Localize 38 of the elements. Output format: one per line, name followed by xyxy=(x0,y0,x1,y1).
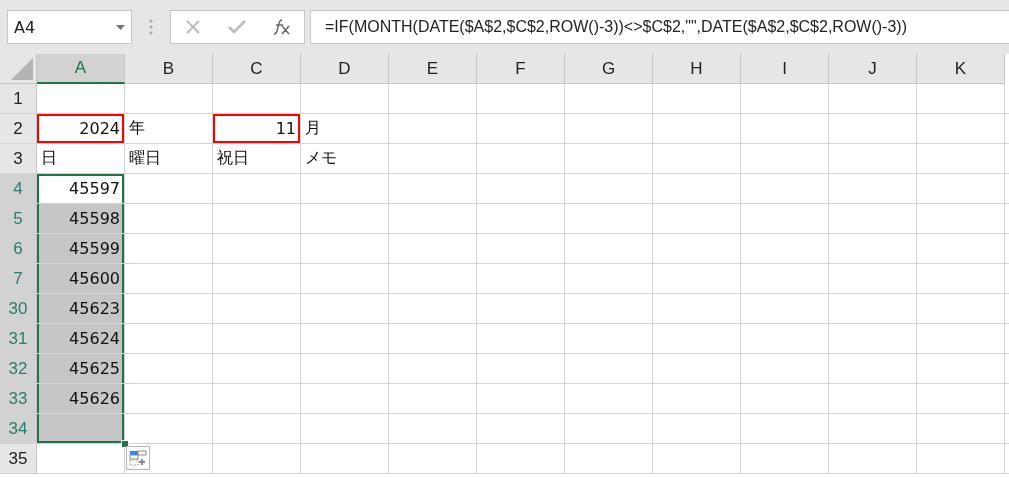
grip-icon xyxy=(149,19,153,35)
table-icon xyxy=(129,450,147,466)
formula-field[interactable]: =IF(MONTH(DATE($A$2,$C$2,ROW()-3))<>$C$2,"",DATE($A$2,$C$2,ROW()-3)) xyxy=(310,10,1009,44)
row-header[interactable]: 3 xyxy=(0,144,37,173)
column-header[interactable]: F xyxy=(477,54,565,84)
cell[interactable]: 45624 xyxy=(37,324,125,353)
name-box[interactable]: A4 xyxy=(7,10,132,44)
row-header[interactable]: 1 xyxy=(0,84,37,113)
cell[interactable]: 2024 xyxy=(37,114,125,143)
selected-cell[interactable] xyxy=(37,414,125,443)
cell[interactable]: 45623 xyxy=(37,294,125,323)
quick-analysis-button[interactable] xyxy=(126,446,150,470)
column-header[interactable]: B xyxy=(125,54,213,84)
cell[interactable]: 45599 xyxy=(37,234,125,263)
column-header[interactable]: J xyxy=(829,54,917,84)
fill-handle[interactable] xyxy=(121,440,129,448)
cancel-icon[interactable] xyxy=(184,19,201,35)
column-header[interactable]: I xyxy=(741,54,829,84)
function-icon[interactable] xyxy=(272,19,291,35)
column-header[interactable]: K xyxy=(917,54,1005,84)
column-header[interactable]: E xyxy=(389,54,477,84)
cell[interactable]: 45626 xyxy=(37,384,125,413)
cell[interactable]: 11 xyxy=(213,114,301,143)
cell[interactable]: 45600 xyxy=(37,264,125,293)
column-header[interactable]: C xyxy=(213,54,301,84)
column-header[interactable]: A xyxy=(37,54,125,84)
column-header[interactable]: H xyxy=(653,54,741,84)
cell[interactable]: 45598 xyxy=(37,204,125,233)
row-header[interactable]: 35 xyxy=(0,444,37,473)
triangle-icon xyxy=(11,58,33,80)
checkmark-icon[interactable] xyxy=(227,20,246,34)
row-header[interactable]: 2 xyxy=(0,114,37,143)
cell[interactable]: 45597 xyxy=(37,174,125,203)
column-header[interactable]: G xyxy=(565,54,653,84)
column-header[interactable]: D xyxy=(301,54,389,84)
cell[interactable]: 45625 xyxy=(37,354,125,383)
cell-reference: A4 xyxy=(14,17,36,37)
dropdown-caret-icon[interactable] xyxy=(116,24,125,30)
